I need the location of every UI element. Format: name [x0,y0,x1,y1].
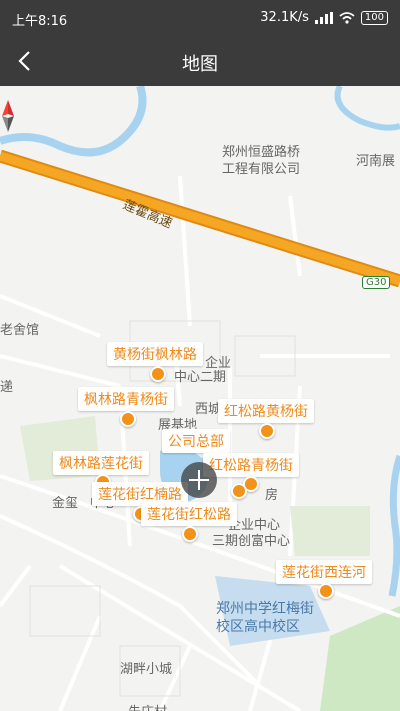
poi-marker[interactable] [231,483,247,499]
poi-marker[interactable] [318,583,334,599]
poi-marker[interactable] [120,411,136,427]
map-label-company-2: 工程有限公司 [222,162,301,177]
poi-label[interactable]: 莲花街红松路 [141,502,237,526]
network-speed: 32.1K/s [260,10,309,25]
map-label-fang: 房 [265,488,279,503]
map-label-hupan: 湖畔小城 [120,662,173,677]
status-icons: 32.1K/s 100 [260,10,388,25]
map-label-school-2: 校区高中校区 [216,619,300,635]
poi-label[interactable]: 枫林路青杨街 [78,387,174,411]
poi-label[interactable]: 枫林路莲花街 [53,451,149,475]
map-label-henan: 河南展 [356,154,396,169]
poi-marker[interactable] [182,526,198,542]
highway-shield: G30 [362,276,391,289]
status-bar: 上午8:16 32.1K/s 100 [0,0,400,36]
status-time: 上午8:16 [12,14,68,29]
poi-label[interactable]: 莲花街西连河 [276,560,372,584]
battery-icon: 100 [360,10,388,25]
wifi-icon [339,11,355,24]
app-bar: 地图 [0,36,400,86]
map-label-museum: 老舍馆 [0,323,40,338]
map-view[interactable]: 郑州恒盛路桥 工程有限公司 河南展 莲霍高速 G30 老舍馆 递 中心二期 西城… [0,86,400,711]
poi-label[interactable]: 公司总部 [162,429,230,453]
compass-icon[interactable] [0,100,16,132]
poi-label[interactable]: 红松路青杨街 [203,453,299,477]
poi-marker[interactable] [150,366,166,382]
map-label-jinxi: 金玺 [52,496,79,511]
page-title: 地图 [182,54,218,75]
map-label-qiye: 企业 [205,356,232,371]
map-label-edge: 递 [0,380,14,395]
map-label-school: 郑州中学红梅街 [216,601,314,617]
poi-marker[interactable] [259,423,275,439]
current-location-button[interactable] [181,462,217,498]
signal-icon [314,11,333,24]
poi-label[interactable]: 黄杨街枫林路 [107,342,203,366]
crosshair-icon [189,470,209,490]
poi-label[interactable]: 红松路黄杨街 [218,399,314,423]
map-label-chuangfu: 三期创富中心 [212,534,291,549]
map-label-zhuang: 朱庄村 [128,701,167,711]
